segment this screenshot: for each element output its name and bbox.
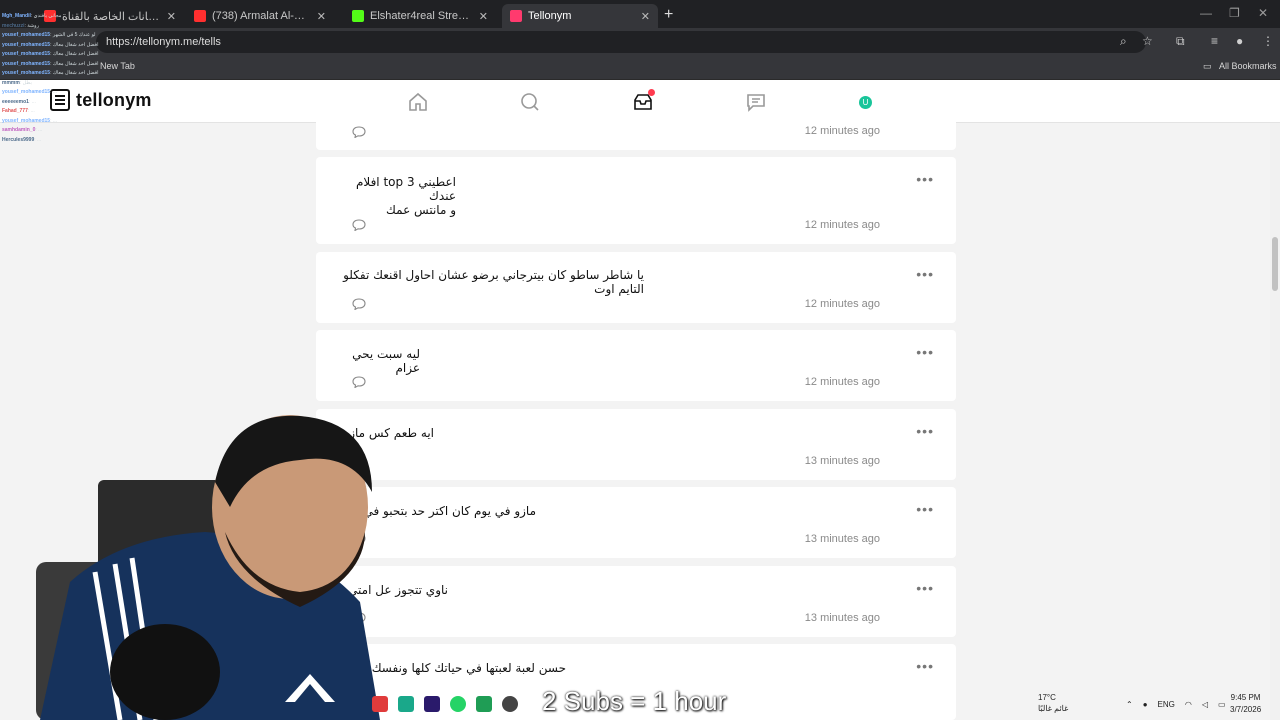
- tell-time: 12 minutes ago: [804, 298, 880, 310]
- bookmark-star-icon[interactable]: ☆: [1142, 34, 1153, 48]
- tell-time: 12 minutes ago: [804, 125, 880, 137]
- more-options-icon[interactable]: •••: [916, 580, 934, 596]
- comment-icon[interactable]: [352, 298, 366, 310]
- more-options-icon[interactable]: •••: [916, 423, 934, 439]
- all-bookmarks-button[interactable]: All Bookmarks: [1219, 61, 1277, 71]
- chat-message: yousef_mohamed15: ...: [2, 117, 58, 124]
- profile-avatar[interactable]: U: [859, 96, 872, 109]
- chat-message: eeeeeemo1: ...: [2, 98, 36, 105]
- tell-card[interactable]: ايه طعم كس مازو ••• 13 minutes ago: [316, 409, 956, 480]
- stream-chat-overlay: Mgh_Mandil: مجاني يافندي mechuzzi: روشة …: [2, 0, 177, 150]
- comment-icon[interactable]: [352, 376, 366, 388]
- whatsapp-icon[interactable]: [450, 696, 466, 712]
- chat-message: Fahad_777: ...: [2, 108, 35, 114]
- browser-tabstrip: لوحة البيانات الخاصة بالقناة - YouTube ✕…: [0, 0, 1280, 28]
- tab-title: Elshater4real Stream - Watch Live: [370, 10, 473, 22]
- clock-time: 9:45 PM: [1230, 693, 1261, 702]
- search-icon[interactable]: [519, 92, 541, 112]
- tell-card[interactable]: يا شاطر ساطو كان بيترجاني برضو عشان احاو…: [316, 252, 956, 323]
- app-icon[interactable]: [398, 696, 414, 712]
- premiere-icon[interactable]: [424, 696, 440, 712]
- app-icon[interactable]: [372, 696, 388, 712]
- close-icon[interactable]: ✕: [641, 10, 650, 23]
- volume-icon[interactable]: ◁: [1202, 700, 1208, 709]
- zoom-icon[interactable]: ⌕: [1120, 34, 1127, 49]
- chat-message: yousef_mohamed15: افضل اخد شغال معاك: [2, 41, 99, 48]
- media-icon[interactable]: ≡: [1211, 34, 1218, 48]
- tab-kick-stream[interactable]: Elshater4real Stream - Watch Live ✕: [344, 4, 496, 28]
- taskbar-clock[interactable]: 9:45 PM 3/7/2026: [1230, 692, 1261, 716]
- tell-time: 13 minutes ago: [804, 455, 880, 467]
- scrollbar-thumb[interactable]: [1272, 237, 1278, 291]
- wifi-icon[interactable]: ◠: [1185, 700, 1192, 709]
- tell-card[interactable]: ناوي تتجوز عل امتي ••• 13 minutes ago: [316, 566, 956, 637]
- tell-card[interactable]: ليه سبت يحي عزام ••• 12 minutes ago: [316, 330, 956, 401]
- chat-message: Hercules9999: ...: [2, 136, 42, 143]
- battery-icon[interactable]: ▭: [1218, 700, 1226, 709]
- extensions-icon[interactable]: ⧉: [1176, 34, 1185, 49]
- home-icon[interactable]: [407, 92, 429, 112]
- comment-icon[interactable]: [352, 219, 366, 231]
- obs-icon[interactable]: [502, 696, 518, 712]
- tab-title: (738) Armalat Al-Alpha - YouTube: [212, 10, 311, 22]
- tellonym-icon: [510, 10, 522, 22]
- more-options-icon[interactable]: •••: [916, 658, 934, 674]
- chat-message: samhdamin_0: ...: [2, 127, 43, 133]
- menu-icon[interactable]: ⋮: [1262, 34, 1274, 48]
- tell-card[interactable]: اعطيني top 3 افلام عندك و مانتس عمك ••• …: [316, 157, 956, 244]
- close-icon[interactable]: ✕: [317, 10, 326, 23]
- tell-text: يا شاطر ساطو كان بيترجاني برضو عشان احاو…: [343, 268, 644, 296]
- microphone-icon[interactable]: ●: [1143, 700, 1148, 709]
- window-close-icon[interactable]: ✕: [1258, 6, 1268, 20]
- inbox-icon[interactable]: [632, 89, 655, 112]
- excel-icon[interactable]: [476, 696, 492, 712]
- chat-message: yousef_mohamed15: افضل اخد شغال معاك: [2, 51, 99, 57]
- clock-date: 3/7/2026: [1230, 705, 1262, 714]
- browser-toolbar: https://tellonym.me/tells ⌕ ☆ ⧉ ≡ ● ⋮: [0, 28, 1280, 56]
- tell-card[interactable]: 12 minutes ago: [316, 113, 956, 150]
- weather-widget[interactable]: 17°C غائم غالبًا: [1018, 692, 1068, 714]
- profile-icon[interactable]: ●: [1236, 34, 1243, 48]
- streamer-webcam: [36, 415, 380, 720]
- new-tab-button[interactable]: +: [664, 6, 673, 24]
- chat-message: yousef_mohamed15: ...: [2, 89, 58, 95]
- address-bar[interactable]: https://tellonym.me/tells: [96, 31, 1146, 53]
- weather-desc: غائم غالبًا: [1038, 704, 1069, 713]
- chat-message: mechuzzi: روشة: [2, 22, 39, 29]
- tell-text: ليه سبت يحي عزام: [352, 347, 420, 375]
- more-options-icon[interactable]: •••: [916, 171, 934, 187]
- weather-temp: 17°C: [1038, 693, 1056, 702]
- tell-time: 13 minutes ago: [804, 612, 880, 624]
- more-options-icon[interactable]: •••: [916, 266, 934, 282]
- tell-card[interactable]: مازو في يوم كان اكتر حد بتحبو في ال ••• …: [316, 487, 956, 558]
- tab-title: Tellonym: [528, 10, 572, 22]
- minimize-icon[interactable]: —: [1200, 6, 1212, 20]
- close-icon[interactable]: ✕: [479, 10, 488, 23]
- tell-time: 12 minutes ago: [804, 376, 880, 388]
- page-scrollbar[interactable]: [1270, 123, 1280, 720]
- comment-icon[interactable]: [352, 126, 366, 138]
- chat-message: yousef_mohamed15: لو عندك 5 في الشهر: [2, 32, 96, 38]
- tell-text: اعطيني top 3 افلام عندك و مانتس عمك: [355, 175, 456, 217]
- tab-youtube-video[interactable]: (738) Armalat Al-Alpha - YouTube ✕: [186, 4, 334, 28]
- tell-time: 13 minutes ago: [804, 533, 880, 545]
- folder-icon: ▭: [1203, 61, 1212, 71]
- chat-message: yousef_mohamed15: افضل اخد شغال معاك: [2, 60, 99, 67]
- kick-icon: [352, 10, 364, 22]
- more-options-icon[interactable]: •••: [916, 501, 934, 517]
- maximize-icon[interactable]: ❐: [1229, 6, 1240, 20]
- tell-time: 12 minutes ago: [804, 219, 880, 231]
- chat-message: mmmm: بطل: [2, 79, 32, 86]
- chat-message: Mgh_Mandil: مجاني يافندي: [2, 13, 62, 19]
- notification-badge: [648, 89, 655, 96]
- chat-message: yousef_mohamed15: افضل اخد شغال معاك: [2, 70, 99, 76]
- chevron-up-icon[interactable]: ⌃: [1126, 700, 1133, 709]
- more-options-icon[interactable]: •••: [916, 344, 934, 360]
- youtube-icon: [194, 10, 206, 22]
- bookmarks-bar: New Tab ▭ All Bookmarks: [0, 56, 1280, 80]
- subs-goal-overlay: 2 Subs = 1 hour: [542, 686, 727, 716]
- tab-tellonym[interactable]: Tellonym ✕: [502, 4, 658, 28]
- language-indicator[interactable]: ENG: [1158, 700, 1175, 709]
- chat-icon[interactable]: [745, 92, 767, 112]
